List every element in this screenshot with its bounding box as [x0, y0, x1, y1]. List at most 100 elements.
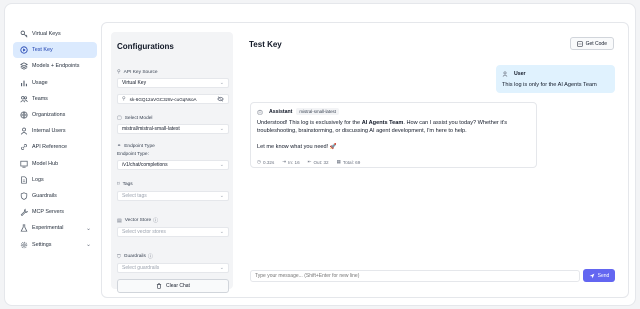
key-icon	[19, 30, 28, 39]
endpoint-type-select[interactable]: /v1/chat/completions ⌄	[117, 160, 229, 170]
guardrails-select[interactable]: Select guardrails ⌄	[117, 263, 229, 273]
sidebar-item-label: Virtual Keys	[32, 31, 61, 38]
sidebar-item-label: Logs	[32, 176, 44, 183]
tags-select[interactable]: Select tags ⌄	[117, 191, 229, 201]
total-tokens-metric: ▦ Total: 69	[336, 159, 361, 165]
sidebar-item-internal-users[interactable]: Internal Users	[13, 123, 97, 139]
file-icon	[19, 175, 28, 184]
endpoint-type-sub-label: Endpoint Type:	[117, 152, 149, 157]
arrow-in-icon: ⇥	[282, 159, 287, 164]
chevron-down-icon: ⌄	[219, 265, 224, 271]
sidebar-item-label: Test Key	[32, 47, 53, 54]
assistant-message-text: Understood! This log is exclusively for …	[257, 120, 508, 150]
cube-icon: ▢	[117, 115, 122, 121]
api-key-source-label: ⚲ API Key Source	[117, 69, 158, 75]
clock-icon: ◷	[257, 159, 262, 164]
configurations-panel: Configurations ⚲ API Key Source Virtual …	[111, 32, 233, 293]
arrow-out-icon: ⇤	[307, 159, 312, 164]
configurations-title: Configurations	[117, 42, 174, 51]
sidebar-item-label: Usage	[32, 79, 48, 86]
sidebar: Virtual Keys Test Key Models + Endpoints…	[13, 26, 97, 253]
database-icon: ▤	[117, 217, 122, 224]
tool-icon	[19, 208, 28, 217]
sidebar-item-label: Settings	[32, 241, 52, 248]
sidebar-item-settings[interactable]: Settings ⌄	[13, 236, 97, 252]
response-metrics: ◷ 0.32s ⇥ In: 16 ⇤ Out: 32 ▦ Total: 69	[257, 159, 368, 165]
user-icon	[502, 71, 508, 77]
api-key-source-select[interactable]: Virtual Key ⌄	[117, 78, 229, 88]
sidebar-item-label: Teams	[32, 95, 48, 102]
sidebar-item-guardrails[interactable]: Guardrails	[13, 188, 97, 204]
sidebar-item-label: Models + Endpoints	[32, 63, 80, 70]
send-button[interactable]: Send	[583, 269, 615, 282]
key-icon: ⚲	[122, 96, 126, 102]
output-tokens-metric: ⇤ Out: 32	[307, 159, 329, 165]
bar-chart-icon	[19, 78, 28, 87]
api-icon	[19, 143, 28, 152]
sidebar-item-experimental[interactable]: Experimental ⌄	[13, 220, 97, 236]
sidebar-item-mcp-servers[interactable]: MCP Servers	[13, 204, 97, 220]
model-select[interactable]: mistral/mistral-small-latest ⌄	[117, 124, 229, 134]
sidebar-item-logs[interactable]: Logs	[13, 172, 97, 188]
guardrails-label: ⛉ Guardrails ⓘ	[117, 253, 153, 261]
assistant-message-header: Assistant mistral-small-latest	[257, 108, 339, 115]
message-input[interactable]	[255, 273, 579, 279]
sidebar-item-teams[interactable]: Teams	[13, 91, 97, 107]
user-message-text: This log is only for the AI Agents Team	[502, 82, 597, 88]
info-icon[interactable]: ⓘ	[148, 253, 153, 260]
trash-icon	[156, 283, 162, 289]
chevron-down-icon: ⌄	[219, 229, 224, 235]
assistant-message: Assistant mistral-small-latest Understoo…	[250, 102, 537, 168]
chevron-down-icon: ⌄	[219, 193, 224, 199]
chat-title: Test Key	[249, 40, 282, 49]
sidebar-item-test-key[interactable]: Test Key	[13, 42, 97, 59]
sidebar-item-label: Experimental	[32, 225, 64, 232]
clear-chat-button[interactable]: Clear Chat	[117, 279, 229, 293]
grid-icon	[19, 159, 28, 168]
tag-icon: ⌑	[117, 181, 120, 187]
chevron-down-icon[interactable]: ⌄	[86, 225, 91, 232]
chevron-down-icon[interactable]: ⌄	[86, 241, 91, 248]
beaker-icon	[19, 224, 28, 233]
building-icon	[19, 111, 28, 120]
sum-icon: ▦	[336, 159, 341, 164]
sidebar-item-label: Organizations	[32, 112, 66, 119]
endpoint-type-label: ⚭ Endpoint Type	[117, 143, 155, 149]
vector-store-label: ▤ Vector Store ⓘ	[117, 217, 159, 225]
sidebar-item-label: Guardrails	[32, 192, 57, 199]
play-icon	[19, 46, 28, 55]
chevron-down-icon: ⌄	[219, 126, 224, 132]
vector-store-select[interactable]: Select vector stores ⌄	[117, 227, 229, 237]
sidebar-item-organizations[interactable]: Organizations	[13, 107, 97, 123]
latency-metric: ◷ 0.32s	[257, 159, 275, 165]
sidebar-item-model-hub[interactable]: Model Hub	[13, 156, 97, 172]
users-icon	[19, 94, 28, 103]
sidebar-item-label: Model Hub	[32, 160, 59, 167]
model-badge: mistral-small-latest	[296, 108, 339, 115]
input-tokens-metric: ⇥ In: 16	[282, 159, 300, 165]
key-icon: ⚲	[117, 69, 121, 75]
robot-icon	[257, 109, 263, 115]
layers-icon	[19, 62, 28, 71]
link-icon: ⚭	[117, 143, 122, 149]
info-icon[interactable]: ⓘ	[153, 217, 158, 224]
code-icon	[576, 40, 583, 47]
hide-key-icon[interactable]	[217, 96, 224, 102]
sidebar-item-api-reference[interactable]: API Reference	[13, 139, 97, 155]
get-code-button[interactable]: Get Code	[569, 37, 614, 50]
sidebar-item-label: MCP Servers	[32, 209, 64, 216]
user-message: User This log is only for the AI Agents …	[496, 65, 615, 93]
chevron-down-icon: ⌄	[219, 80, 224, 86]
shield-icon	[19, 191, 28, 200]
sidebar-item-label: Internal Users	[32, 128, 66, 135]
main-panel: Configurations ⚲ API Key Source Virtual …	[101, 22, 629, 298]
sidebar-item-label: API Reference	[32, 144, 68, 151]
tags-label: ⌑ Tags	[117, 181, 133, 187]
api-key-input[interactable]: ⚲ sk-6GQ12aVGC3z8v-cuGqNsoA	[117, 94, 229, 104]
sidebar-item-virtual-keys[interactable]: Virtual Keys	[13, 26, 97, 42]
user-message-header: User	[502, 71, 526, 77]
select-model-label: ▢ Select Model	[117, 115, 153, 121]
sidebar-item-models-endpoints[interactable]: Models + Endpoints	[13, 58, 97, 74]
sidebar-item-usage[interactable]: Usage	[13, 75, 97, 91]
message-composer[interactable]	[250, 270, 580, 282]
